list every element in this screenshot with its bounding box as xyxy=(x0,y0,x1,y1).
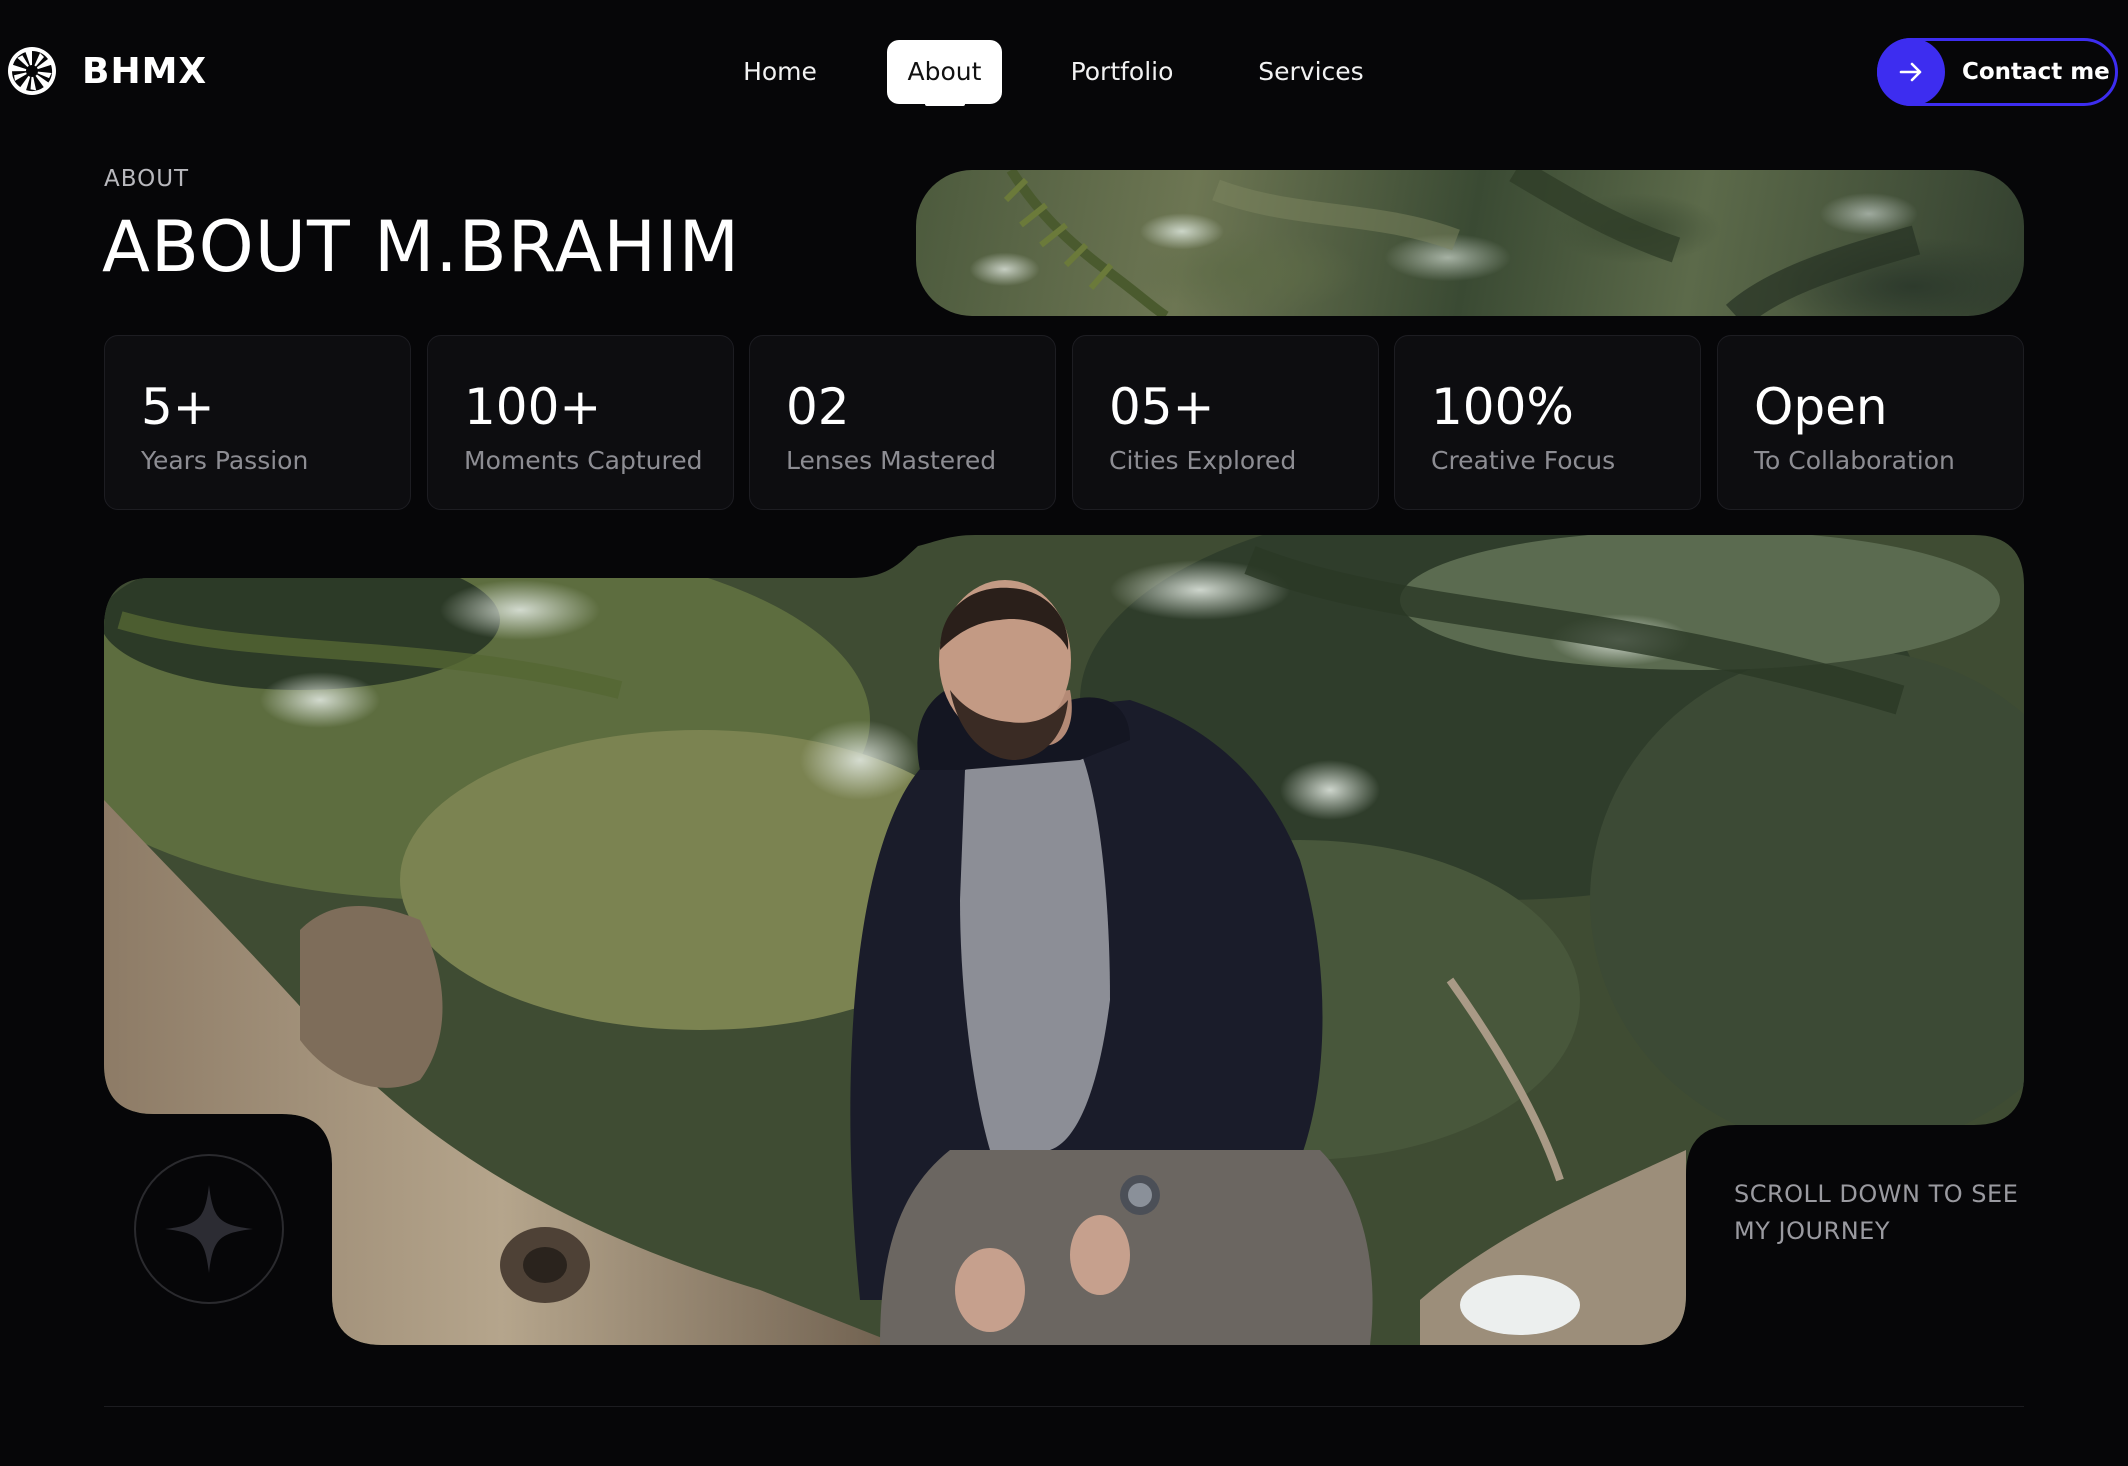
scroll-hint-line: MY JOURNEY xyxy=(1734,1217,1890,1245)
star-badge[interactable] xyxy=(134,1154,284,1304)
nav-item-portfolio[interactable]: Portfolio xyxy=(1058,40,1186,104)
top-navigation: BHMX Home About Portfolio Services Conta… xyxy=(0,0,2128,144)
four-point-star-icon xyxy=(165,1185,253,1273)
stat-value: 02 xyxy=(786,378,850,436)
stat-value: 5+ xyxy=(141,378,215,436)
contact-label: Contact me xyxy=(1962,59,2110,85)
nav-item-home[interactable]: Home xyxy=(724,40,836,104)
nav-item-about[interactable]: About xyxy=(887,40,1002,106)
person xyxy=(850,580,1373,1345)
stat-value: 05+ xyxy=(1109,378,1215,436)
nav-item-services[interactable]: Services xyxy=(1248,40,1374,104)
active-indicator xyxy=(924,102,965,106)
page-title: ABOUT M.BRAHIM xyxy=(102,206,741,288)
stat-label: Lenses Mastered xyxy=(786,446,997,475)
stat-label: To Collaboration xyxy=(1754,446,1955,475)
scroll-hint: SCROLL DOWN TO SEE MY JOURNEY xyxy=(1734,1176,2034,1250)
divider xyxy=(104,1406,2024,1407)
stat-card: Open To Collaboration xyxy=(1717,335,2024,510)
stat-label: Creative Focus xyxy=(1431,446,1616,475)
cedar-branches-image xyxy=(1003,170,1921,316)
aperture-icon xyxy=(8,47,56,95)
stat-label: Years Passion xyxy=(141,446,309,475)
contact-button[interactable]: Contact me xyxy=(1877,38,2118,106)
stat-card: 5+ Years Passion xyxy=(104,335,411,510)
brand-name: BHMX xyxy=(82,50,208,92)
stat-value: 100% xyxy=(1431,378,1574,436)
stat-card: 100+ Moments Captured xyxy=(427,335,734,510)
stat-value: 100+ xyxy=(464,378,602,436)
scroll-hint-line: SCROLL DOWN TO SEE xyxy=(1734,1180,2019,1208)
stat-value: Open xyxy=(1754,378,1888,436)
arrow-right-icon xyxy=(1877,38,1945,106)
stat-card: 100% Creative Focus xyxy=(1394,335,1701,510)
header-banner-image xyxy=(916,170,2024,316)
section-eyebrow: ABOUT xyxy=(104,166,190,192)
stat-card: 05+ Cities Explored xyxy=(1072,335,1379,510)
stat-label: Moments Captured xyxy=(464,446,703,475)
brand[interactable]: BHMX xyxy=(6,44,207,98)
stat-card: 02 Lenses Mastered xyxy=(749,335,1056,510)
stat-label: Cities Explored xyxy=(1109,446,1297,475)
nav-item-about-label: About xyxy=(907,57,982,86)
